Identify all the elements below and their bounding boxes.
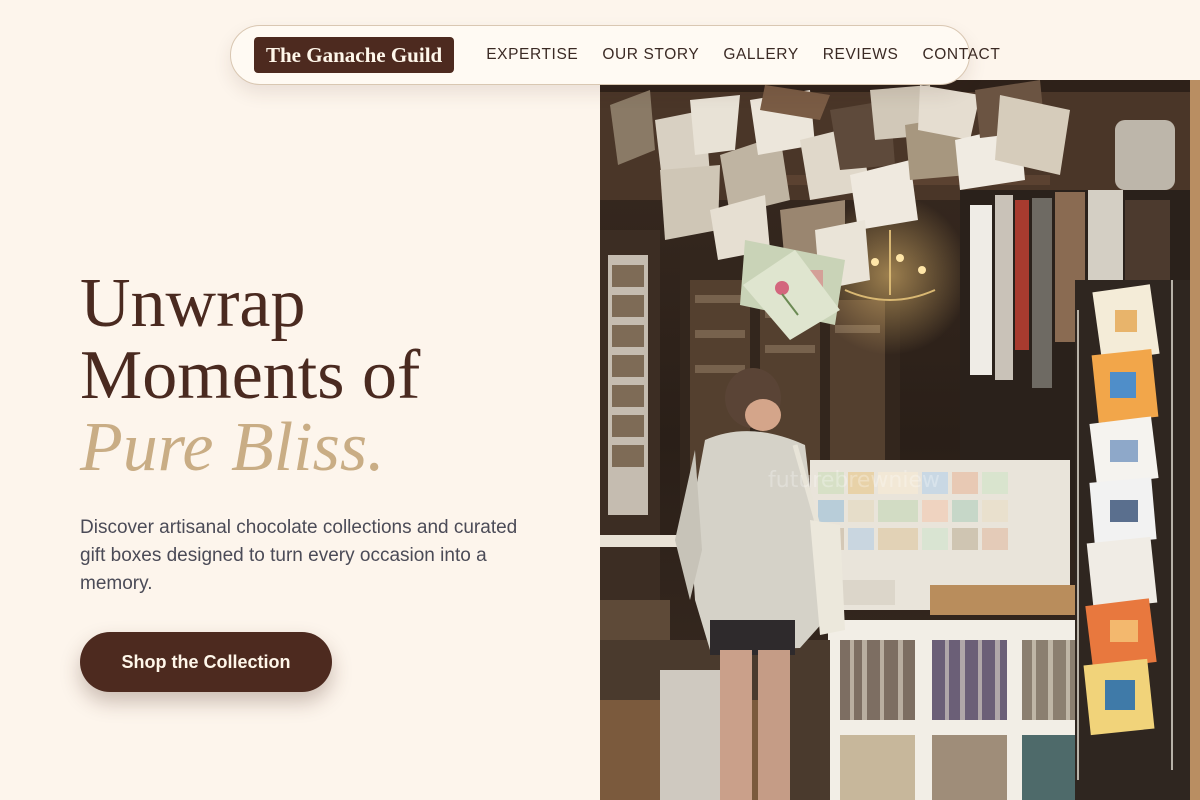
landing-page: The Ganache Guild EXPERTISE OUR STORY GA… bbox=[0, 0, 1200, 800]
headline-accent: Pure Bliss. bbox=[80, 409, 385, 486]
hero-subtext: Discover artisanal chocolate collections… bbox=[80, 517, 518, 594]
nav-link-reviews[interactable]: REVIEWS bbox=[823, 40, 899, 70]
nav-link-expertise[interactable]: EXPERTISE bbox=[486, 40, 578, 70]
shop-collection-button[interactable]: Shop the Collection bbox=[80, 632, 332, 692]
nav-link-contact[interactable]: CONTACT bbox=[922, 40, 1000, 70]
hero-headline: Unwrap Moments of Pure Bliss. bbox=[80, 268, 580, 484]
image-watermark: futurebrewniew bbox=[768, 468, 940, 493]
nav-link-our-story[interactable]: OUR STORY bbox=[602, 40, 699, 70]
brand-logo[interactable]: The Ganache Guild bbox=[254, 37, 455, 73]
hero-photo: futurebrewniew bbox=[600, 80, 1200, 800]
hero-copy: Unwrap Moments of Pure Bliss. Discover a… bbox=[80, 268, 580, 598]
nav-link-gallery[interactable]: GALLERY bbox=[723, 40, 798, 70]
headline-line-1: Unwrap bbox=[80, 265, 306, 342]
nav-links: EXPERTISE OUR STORY GALLERY REVIEWS CONT… bbox=[474, 40, 1012, 70]
headline-line-2: Moments of bbox=[80, 337, 421, 414]
top-navigation: The Ganache Guild EXPERTISE OUR STORY GA… bbox=[230, 25, 1000, 85]
